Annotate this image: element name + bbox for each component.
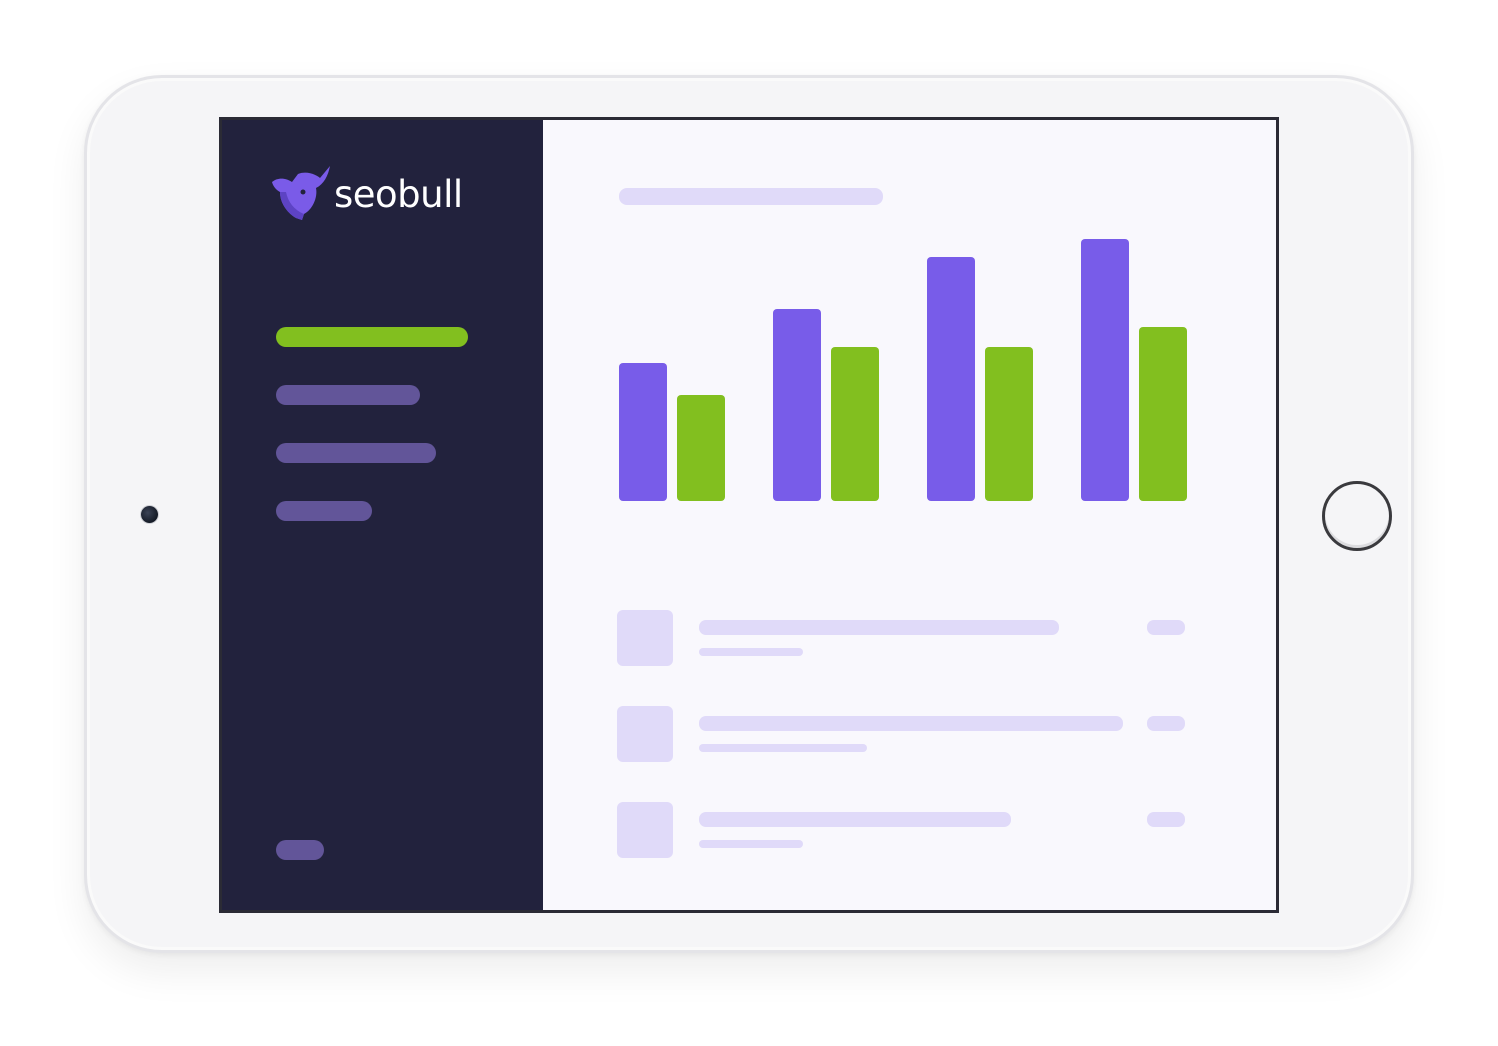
bar-series1-group2 [773,309,821,501]
bar-chart [619,239,1187,501]
tablet-screen: seobull [219,117,1279,913]
list-item-title-placeholder [699,812,1011,827]
bar-series2-group1 [677,395,725,501]
main-content [543,120,1276,910]
brand-logo[interactable]: seobull [268,162,463,222]
list-item-thumbnail [617,706,673,762]
bar-series1-group1 [619,363,667,501]
list-item-thumbnail [617,610,673,666]
bar-series2-group4 [1139,327,1187,501]
list-item-title-placeholder [699,620,1059,635]
list-item-subtitle-placeholder [699,840,803,848]
bar-series1-group4 [1081,239,1129,501]
sidebar-item-4[interactable] [276,501,372,521]
page-title-placeholder [619,188,883,205]
home-button[interactable] [1322,481,1392,551]
sidebar-item-3[interactable] [276,443,436,463]
sidebar-item-1[interactable] [276,327,468,347]
list-item-subtitle-placeholder [699,648,803,656]
list-item[interactable] [617,610,1187,668]
bar-series2-group3 [985,347,1033,501]
bull-logo-icon [272,166,330,220]
bar-series2-group2 [831,347,879,501]
brand-name: seobull [334,172,463,216]
list-item-subtitle-placeholder [699,744,867,752]
list-item[interactable] [617,706,1187,764]
list-item-tag-placeholder [1147,812,1185,827]
list-item-tag-placeholder [1147,620,1185,635]
front-camera [141,506,158,523]
list-item[interactable] [617,802,1187,860]
list-item-tag-placeholder [1147,716,1185,731]
list-item-thumbnail [617,802,673,858]
list-item-title-placeholder [699,716,1123,731]
sidebar-footer-item[interactable] [276,840,324,860]
sidebar-item-2[interactable] [276,385,420,405]
device-stage: seobull [0,0,1498,1046]
sidebar: seobull [222,120,543,910]
bar-series1-group3 [927,257,975,501]
